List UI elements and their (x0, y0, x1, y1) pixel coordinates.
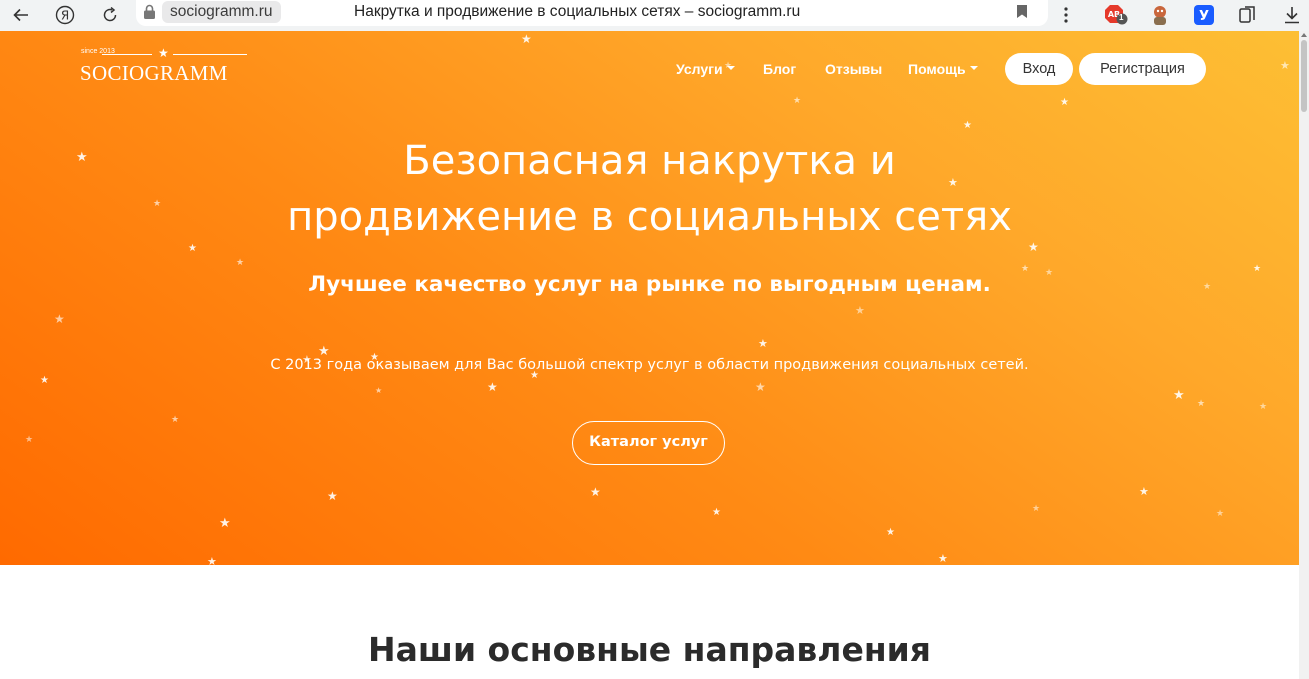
svg-text:★: ★ (1259, 402, 1267, 412)
svg-text:★: ★ (590, 485, 601, 499)
url-domain[interactable]: sociogramm.ru (162, 1, 281, 23)
svg-text:★: ★ (793, 96, 801, 106)
nav-reviews[interactable]: Отзывы (825, 61, 882, 77)
svg-text:★: ★ (219, 516, 231, 531)
svg-text:★: ★ (40, 375, 49, 386)
download-icon[interactable] (1279, 2, 1305, 28)
logo-text: SOCIOGRAMM (80, 61, 228, 85)
chevron-down-icon (726, 66, 735, 71)
svg-text:У: У (1199, 9, 1209, 24)
svg-text:Я: Я (61, 9, 69, 23)
tab-title: Накрутка и продвижение в социальных сетя… (354, 3, 801, 20)
svg-text:★: ★ (755, 380, 766, 394)
nav-help[interactable]: Помощь (908, 61, 978, 77)
svg-text:★: ★ (1139, 485, 1149, 498)
logo[interactable]: since 2013 ★ SOCIOGRAMM (80, 46, 248, 89)
svg-text:★: ★ (375, 386, 382, 395)
scroll-up-arrow-icon[interactable] (1301, 33, 1307, 37)
lock-icon[interactable] (143, 4, 156, 20)
svg-text:★: ★ (1280, 59, 1290, 72)
svg-text:★: ★ (171, 415, 179, 425)
bookmark-icon[interactable] (1016, 4, 1028, 24)
character-extension-icon[interactable] (1147, 2, 1173, 28)
browser-toolbar: Я sociogramm.ru Накрутка и продвижение в… (0, 0, 1309, 31)
extension-badge: 1 (1119, 13, 1124, 22)
hero-title-line1: Безопасная накрутка и (403, 138, 896, 184)
svg-text:★: ★ (1032, 504, 1040, 514)
nav-help-label: Помощь (908, 61, 966, 77)
logo-divider (173, 54, 247, 55)
collections-icon[interactable] (1235, 2, 1261, 28)
hero-lead: С 2013 года оказываем для Вас большой сп… (270, 357, 1029, 373)
catalog-button[interactable]: Каталог услуг (572, 421, 725, 465)
adblock-extension-icon[interactable]: AB 1 (1103, 2, 1129, 28)
chevron-down-icon (969, 66, 978, 71)
svg-text:★: ★ (236, 258, 244, 268)
hero-title-line2: продвижение в социальных сетях (287, 194, 1012, 240)
svg-text:★: ★ (327, 489, 338, 503)
svg-text:★: ★ (1060, 97, 1069, 108)
svg-text:★: ★ (487, 380, 498, 394)
svg-text:★: ★ (207, 555, 217, 565)
more-options-icon[interactable] (1053, 2, 1079, 28)
address-bar[interactable]: sociogramm.ru Накрутка и продвижение в с… (136, 0, 1048, 26)
nav-blog-label: Блог (763, 61, 797, 77)
logo-star-icon: ★ (158, 46, 169, 60)
svg-text:★: ★ (1173, 388, 1185, 403)
nav-services-label: Услуги (676, 61, 723, 77)
hero-subtitle: Лучшее качество услуг на рынке по выгодн… (308, 272, 991, 297)
svg-text:★: ★ (886, 527, 895, 538)
login-button[interactable]: Вход (1005, 53, 1073, 85)
stars-decoration: ★ ★ ★ ★ ★ ★ ★ ★ ★ ★ ★ ★ ★ ★ ★ ★ ★ ★ ★ ★ … (25, 32, 1290, 565)
nav-services[interactable]: Услуги (676, 61, 735, 77)
svg-text:★: ★ (1216, 509, 1224, 519)
nav-blog[interactable]: Блог (763, 61, 796, 77)
svg-text:★: ★ (758, 337, 768, 350)
register-button[interactable]: Регистрация (1079, 53, 1206, 85)
section-title: Наши основные направления (368, 630, 931, 669)
scrollbar-thumb[interactable] (1301, 40, 1307, 112)
nav-reviews-label: Отзывы (825, 61, 883, 77)
svg-text:★: ★ (712, 507, 721, 518)
svg-text:★: ★ (521, 32, 532, 46)
logo-divider (102, 54, 152, 55)
svg-text:★: ★ (938, 552, 948, 565)
reload-icon[interactable] (96, 1, 124, 29)
yandex-extension-icon[interactable]: У (1191, 2, 1217, 28)
svg-text:★: ★ (855, 304, 865, 317)
hero-section: ★ ★ ★ ★ ★ ★ ★ ★ ★ ★ ★ ★ ★ ★ ★ ★ ★ ★ ★ ★ … (0, 31, 1299, 565)
svg-text:★: ★ (25, 435, 33, 445)
yandex-logo-icon[interactable]: Я (51, 1, 79, 29)
svg-text:★: ★ (54, 312, 65, 326)
svg-text:★: ★ (963, 120, 972, 131)
scrollbar[interactable] (1299, 31, 1309, 679)
svg-text:★: ★ (1197, 399, 1205, 409)
back-arrow-icon[interactable] (7, 1, 35, 29)
svg-text:★: ★ (188, 243, 197, 254)
